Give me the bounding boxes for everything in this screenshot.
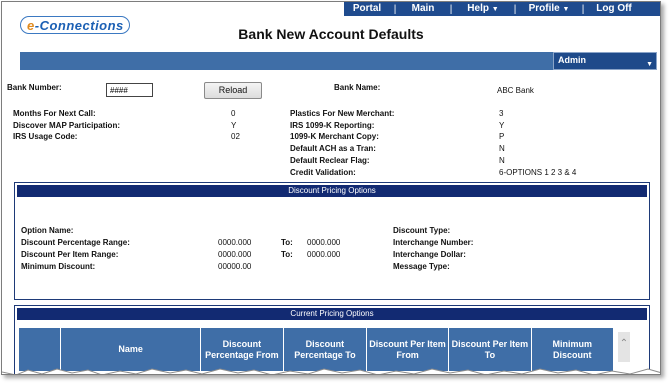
- irs-usage-code-value: 02: [231, 132, 240, 141]
- irs-1099k-value: Y: [499, 121, 505, 130]
- nav-help[interactable]: Help ▼: [456, 2, 510, 16]
- credit-validation-label: Credit Validation:: [290, 168, 356, 177]
- min-discount-value: 00000.00: [218, 262, 252, 271]
- credit-validation-value: 6-OPTIONS 1 2 3 & 4: [499, 168, 577, 177]
- discount-type-label: Discount Type:: [393, 226, 451, 235]
- merchant-copy-label: 1099-K Merchant Copy:: [290, 132, 379, 141]
- default-reclear-value: N: [499, 156, 505, 165]
- discover-map-value: Y: [231, 121, 237, 130]
- nav-help-label: Help: [467, 3, 489, 14]
- bank-number-input[interactable]: [106, 83, 153, 97]
- nav-separator: |: [513, 3, 517, 15]
- months-next-call-label: Months For Next Call:: [13, 109, 96, 118]
- nav-separator: |: [581, 3, 585, 15]
- page-title: Bank New Account Defaults: [238, 26, 424, 42]
- option-name-label: Option Name:: [21, 226, 74, 235]
- bank-name-label: Bank Name:: [334, 83, 381, 92]
- torn-edge: [2, 368, 660, 374]
- item-from-value: 0000.000: [218, 250, 252, 259]
- scroll-up-arrow-icon[interactable]: ⌃: [618, 332, 630, 362]
- top-nav: Portal | Main | Help ▼ | Profile ▼ | Log…: [344, 2, 660, 16]
- bank-name-value: ABC Bank: [497, 86, 534, 95]
- item-to-label: To:: [281, 250, 293, 259]
- chevron-down-icon: ▼: [562, 6, 570, 13]
- interchange-number-label: Interchange Number:: [393, 238, 474, 247]
- default-ach-value: N: [499, 144, 505, 153]
- min-discount-label: Minimum Discount:: [21, 262, 96, 271]
- role-select-value: Admin: [558, 55, 586, 65]
- chevron-down-icon: ▼: [646, 61, 653, 68]
- plastics-label: Plastics For New Merchant:: [290, 109, 395, 118]
- irs-1099k-label: IRS 1099-K Reporting:: [290, 121, 375, 130]
- nav-main[interactable]: Main: [400, 2, 446, 16]
- pct-to-value: 0000.000: [307, 238, 341, 247]
- nav-separator: |: [449, 3, 453, 15]
- default-reclear-label: Default Reclear Flag:: [290, 156, 370, 165]
- discover-map-label: Discover MAP Participation:: [13, 121, 120, 130]
- nav-portal[interactable]: Portal: [344, 2, 390, 16]
- role-select[interactable]: Admin ▼: [553, 52, 657, 70]
- chevron-down-icon: ▼: [491, 6, 499, 13]
- default-ach-label: Default ACH as a Tran:: [290, 144, 376, 153]
- pct-from-value: 0000.000: [218, 238, 252, 247]
- irs-usage-code-label: IRS Usage Code:: [13, 132, 78, 141]
- merchant-copy-value: P: [499, 132, 505, 141]
- interchange-dollar-label: Interchange Dollar:: [393, 250, 466, 259]
- nav-profile-label: Profile: [528, 3, 560, 14]
- discount-pricing-header: Discount Pricing Options: [17, 185, 647, 197]
- message-type-label: Message Type:: [393, 262, 450, 271]
- current-pricing-header: Current Pricing Options: [17, 308, 647, 320]
- months-next-call-value: 0: [231, 109, 236, 118]
- plastics-value: 3: [499, 109, 504, 118]
- item-to-value: 0000.000: [307, 250, 341, 259]
- pct-to-label: To:: [281, 238, 293, 247]
- nav-separator: |: [393, 3, 397, 15]
- bank-number-label: Bank Number:: [7, 83, 62, 92]
- nav-profile[interactable]: Profile ▼: [520, 2, 578, 16]
- reload-button[interactable]: Reload: [204, 82, 262, 99]
- pct-range-label: Discount Percentage Range:: [21, 238, 130, 247]
- per-item-range-label: Discount Per Item Range:: [21, 250, 119, 259]
- app-window: Portal | Main | Help ▼ | Profile ▼ | Log…: [1, 1, 661, 375]
- nav-log-off[interactable]: Log Off: [588, 2, 640, 16]
